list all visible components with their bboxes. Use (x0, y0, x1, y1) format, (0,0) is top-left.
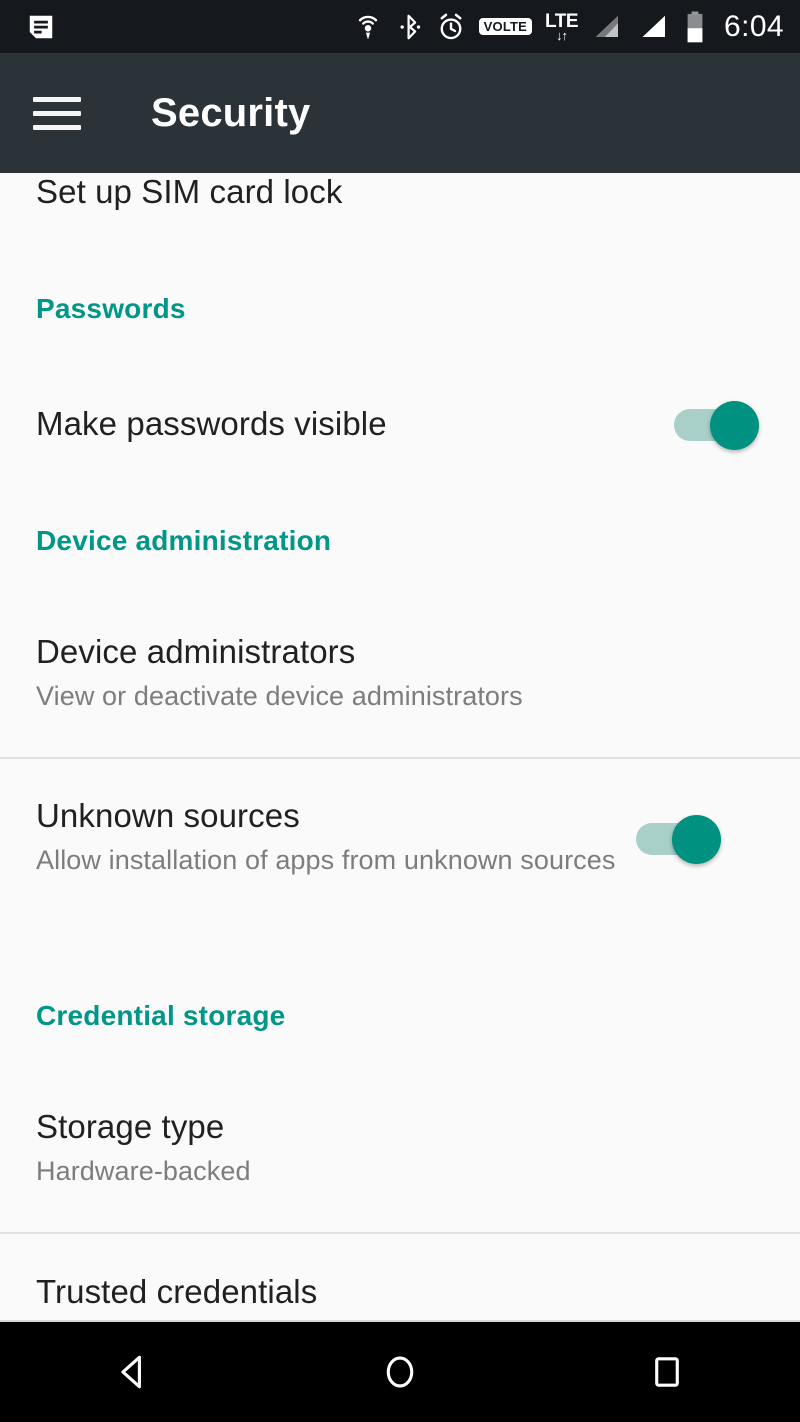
menu-line-3 (33, 124, 81, 130)
list-item-storage-type[interactable]: Storage type Hardware-backed (0, 1108, 800, 1190)
section-header-credential-storage: Credential storage (36, 1000, 286, 1031)
unknown-sources-switch[interactable] (636, 812, 726, 864)
back-button[interactable] (73, 1322, 193, 1422)
list-item-unknown-sources[interactable]: Unknown sources Allow installation of ap… (0, 797, 800, 879)
list-item-title: Trusted credentials (36, 1273, 318, 1310)
list-item-title: Make passwords visible (36, 404, 387, 442)
status-bar: VOLTE LTE ↓↑ 6:04 (0, 0, 800, 53)
phone-screen: VOLTE LTE ↓↑ 6:04 Security Set up SIM ca… (0, 0, 800, 1422)
list-item-subtitle: View or deactivate device administrators (36, 680, 523, 711)
battery-icon (685, 10, 705, 43)
menu-line-1 (33, 96, 81, 102)
list-item-device-administrators[interactable]: Device administrators View or deactivate… (0, 633, 800, 715)
lte-icon: LTE ↓↑ (545, 12, 578, 42)
recents-button[interactable] (607, 1322, 727, 1422)
make-passwords-visible-switch[interactable] (674, 398, 764, 450)
alarm-icon (436, 12, 466, 42)
switch-thumb (672, 814, 721, 864)
navigation-bar (0, 1322, 800, 1422)
section-header-device-administration: Device administration (36, 525, 332, 556)
back-icon (121, 1355, 142, 1389)
status-bar-clock: 6:04 (724, 9, 784, 43)
settings-list[interactable]: Set up SIM card lock Passwords Make pass… (0, 173, 800, 1322)
status-bar-notifications (26, 12, 56, 42)
section-header-passwords: Passwords (36, 293, 186, 324)
home-icon (386, 1356, 414, 1388)
home-button[interactable] (340, 1322, 460, 1422)
list-item-title: Set up SIM card lock (36, 173, 343, 210)
list-item-title: Unknown sources (36, 797, 300, 834)
list-item-title: Device administrators (36, 633, 356, 670)
divider (0, 757, 800, 759)
page-title: Security (151, 90, 311, 135)
list-item-title: Storage type (36, 1108, 225, 1145)
menu-line-2 (33, 110, 81, 116)
hamburger-menu-icon[interactable] (33, 91, 93, 135)
list-item-subtitle: Hardware-backed (36, 1155, 251, 1186)
list-item-trusted-credentials[interactable]: Trusted credentials (0, 1273, 800, 1312)
list-item-make-passwords-visible[interactable]: Make passwords visible (0, 398, 800, 450)
list-item-set-up-sim-card-lock[interactable]: Set up SIM card lock (0, 173, 800, 212)
switch-thumb (710, 401, 759, 450)
message-icon (26, 12, 56, 42)
app-bar: Security (0, 53, 800, 173)
signal-sim1-icon (591, 12, 625, 42)
list-item-subtitle: Allow installation of apps from unknown … (36, 844, 616, 875)
divider (0, 1232, 800, 1234)
status-bar-system-icons: VOLTE LTE ↓↑ 6:04 (353, 10, 784, 44)
volte-badge: VOLTE (478, 18, 533, 35)
recents-icon (654, 1357, 679, 1387)
bluetooth-icon (396, 12, 423, 42)
hotspot-icon (353, 12, 383, 42)
signal-sim2-icon (638, 12, 672, 42)
lte-data-arrows: ↓↑ (556, 27, 568, 43)
